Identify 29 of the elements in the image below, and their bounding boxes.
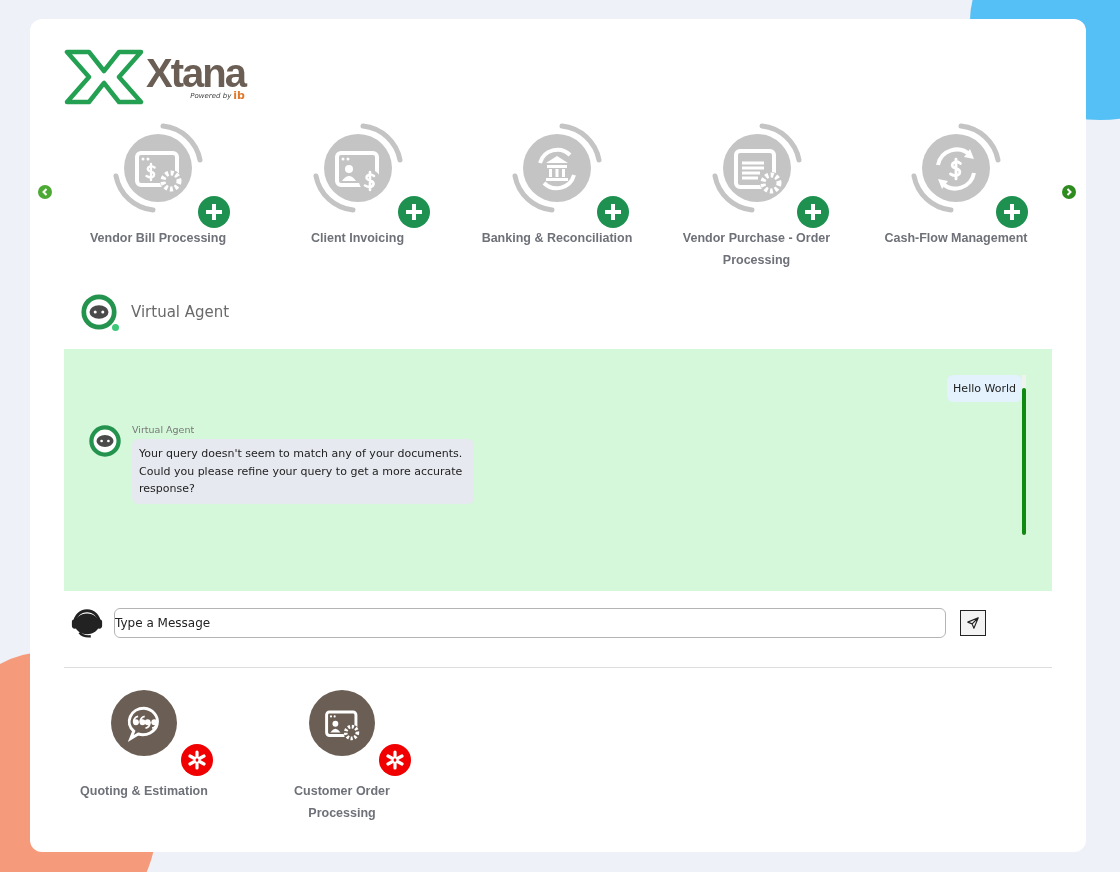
robot-avatar-icon [80,293,118,331]
plus-icon[interactable] [996,196,1028,228]
robot-avatar-icon [88,424,122,458]
plus-icon[interactable] [796,196,829,228]
partner-logo: ib [233,91,245,101]
module-label: Client Invoicing [309,230,406,247]
module-label: Customer Order Processing [293,783,391,822]
module-label: Banking & Reconciliation [480,230,634,247]
x-logo-icon [64,49,144,105]
next-button[interactable] [1062,185,1076,199]
module-label: Cash-Flow Management [883,230,1029,247]
sender-name: Virtual Agent [132,424,196,435]
previous-button[interactable] [38,185,52,199]
module-icon[interactable] [309,690,375,756]
module-label: Vendor Bill Processing [88,230,228,247]
module-label: Quoting & Estimation [79,783,209,800]
message-input[interactable]: Type a Message [114,608,946,638]
user-message: Hello World [947,375,1022,402]
scrollbar[interactable] [1022,375,1026,535]
plus-icon[interactable] [597,196,629,228]
agent-name: Virtual Agent [131,303,230,321]
module-label: Vendor Purchase - Order Processing [681,230,832,269]
plus-icon[interactable] [198,196,230,228]
module-icon[interactable] [111,690,177,756]
send-icon [966,616,980,630]
logo-wordmark: Xtana [146,55,245,91]
send-button[interactable] [960,610,986,636]
plus-icon[interactable] [397,196,430,228]
agent-message: Your query doesn't seem to match any of your documents. Could you please refine your query to get a more accurate response? [132,439,474,504]
